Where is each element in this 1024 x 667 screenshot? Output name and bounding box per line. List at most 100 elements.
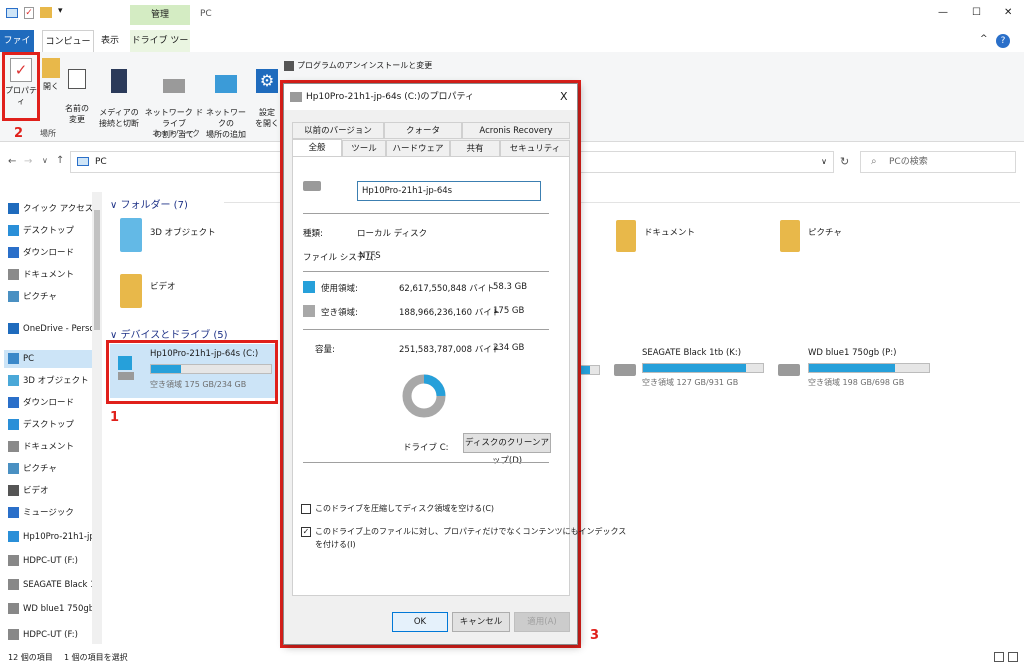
type-label: 種類: xyxy=(303,229,323,239)
tab-previous-versions[interactable]: 以前のバージョン xyxy=(292,122,384,139)
chevron-down-icon: ∨ xyxy=(110,200,121,211)
star-icon xyxy=(8,203,19,214)
divider xyxy=(303,271,549,272)
nav-item[interactable]: クイック アクセス xyxy=(8,200,92,218)
open-settings-button[interactable]: ⚙ 設定 を開く xyxy=(254,58,280,129)
apply-button[interactable]: 適用(A) xyxy=(514,612,570,632)
open-button[interactable]: 開く xyxy=(40,58,62,92)
nav-item[interactable]: ビデオ xyxy=(8,482,92,500)
large-icons-view-icon[interactable] xyxy=(1008,652,1018,662)
minimize-button[interactable]: — xyxy=(938,7,948,18)
tab-general[interactable]: 全般 xyxy=(292,139,342,157)
nav-item[interactable]: OneDrive - Person xyxy=(8,320,92,338)
nav-item[interactable]: HDPC-UT (F:) xyxy=(8,552,92,570)
drive-name-input[interactable]: Hp10Pro-21h1-jp-64s xyxy=(357,181,541,201)
uninstall-button[interactable]: プログラムのアンインストールと変更 xyxy=(284,60,432,71)
drive-icon xyxy=(8,603,19,614)
gear-icon: ⚙ xyxy=(256,69,278,93)
nav-item[interactable]: WD blue1 750gb xyxy=(8,600,92,618)
disk-cleanup-button[interactable]: ディスクのクリーンアップ(D) xyxy=(463,433,551,466)
drive-k[interactable]: SEAGATE Black 1tb (K:) 空き領域 127 GB/931 G… xyxy=(610,346,770,396)
selected-count: 1 個の項目を選択 xyxy=(64,653,128,662)
refresh-icon[interactable]: ↻ xyxy=(840,155,849,168)
used-color-swatch xyxy=(303,281,315,293)
cancel-button[interactable]: キャンセル xyxy=(452,612,510,632)
properties-quick-icon[interactable]: ✓ xyxy=(24,7,34,19)
nav-item-label: OneDrive - Person xyxy=(23,324,92,334)
nav-item[interactable]: HDPC-UT (F:) xyxy=(8,626,92,644)
nav-item[interactable]: ドキュメント xyxy=(8,266,92,284)
free-color-swatch xyxy=(303,305,315,317)
index-checkbox[interactable]: ✓ xyxy=(301,527,311,537)
customize-quick-access-icon[interactable]: ▾ xyxy=(58,6,63,16)
details-view-icon[interactable] xyxy=(994,652,1004,662)
maximize-button[interactable]: ☐ xyxy=(972,7,981,18)
drive-k-name: SEAGATE Black 1tb (K:) xyxy=(642,348,742,358)
manage-tab[interactable]: 管理 xyxy=(130,5,190,25)
nav-item[interactable]: ピクチャ xyxy=(8,460,92,478)
drives-section-header[interactable]: ∨ デバイスとドライブ (5) xyxy=(110,326,228,341)
drive-k-usage-fill xyxy=(643,364,747,372)
nav-item[interactable]: 3D オブジェクト xyxy=(8,372,92,390)
drive-icon xyxy=(8,579,19,590)
nav-item[interactable]: PC xyxy=(4,350,92,368)
recent-locations-icon[interactable]: ∨ xyxy=(42,156,48,165)
tab-file[interactable]: ファイル xyxy=(0,30,34,68)
nav-item[interactable]: デスクトップ xyxy=(8,416,92,434)
drive-p-free: 空き領域 198 GB/698 GB xyxy=(808,378,905,387)
nav-item-label: PC xyxy=(23,354,35,364)
nav-item[interactable]: Hp10Pro-21h1-jp xyxy=(8,528,92,546)
tab-view[interactable]: 表示 xyxy=(98,30,122,52)
tab-sharing[interactable]: 共有 xyxy=(450,140,500,157)
tab-tools[interactable]: ツール xyxy=(342,140,386,157)
up-icon[interactable]: ↑ xyxy=(56,155,64,166)
drive-icon xyxy=(778,364,800,376)
collapse-ribbon-icon[interactable]: ^ xyxy=(980,34,988,44)
folder-documents[interactable]: ドキュメント xyxy=(644,226,695,238)
help-icon[interactable]: ? xyxy=(996,34,1010,48)
tab-computer[interactable]: コンピューター xyxy=(42,30,94,69)
desktop-icon xyxy=(8,225,19,236)
rename-button[interactable]: 名前の 変更 xyxy=(62,58,92,125)
nav-item[interactable]: ダウンロード xyxy=(8,394,92,412)
music-icon xyxy=(8,507,19,518)
ribbon-tabs: ファイル コンピューター 表示 ドライブ ツール ? ^ xyxy=(0,30,1024,69)
highlight-properties xyxy=(2,52,40,121)
forward-icon[interactable]: → xyxy=(24,156,32,167)
folder-pictures[interactable]: ピクチャ xyxy=(808,226,842,238)
nav-item-label: デスクトップ xyxy=(23,420,75,430)
close-button[interactable]: ✕ xyxy=(1004,7,1012,18)
drive-p[interactable]: WD blue1 750gb (P:) 空き領域 198 GB/698 GB xyxy=(774,346,934,396)
nav-item[interactable]: ダウンロード xyxy=(8,244,92,262)
tab-drive-tools[interactable]: ドライブ ツール xyxy=(130,30,190,68)
nav-item[interactable]: SEAGATE Black 1 xyxy=(8,576,92,594)
nav-item[interactable]: ドキュメント xyxy=(8,438,92,456)
nav-scrollbar-thumb[interactable] xyxy=(94,210,100,330)
folders-section-header[interactable]: ∨ フォルダー (7) xyxy=(110,196,188,211)
folder-video[interactable]: ビデオ xyxy=(150,280,176,292)
add-network-location-button[interactable]: ネットワークの 場所の追加 xyxy=(204,58,248,140)
add-location-label: ネットワークの 場所の追加 xyxy=(206,108,246,139)
nav-item[interactable]: ミュージック xyxy=(8,504,92,522)
tab-quota[interactable]: クォータ xyxy=(384,122,462,139)
video-icon xyxy=(8,485,19,496)
nav-item[interactable]: ピクチャ xyxy=(8,288,92,306)
dialog-close-button[interactable]: X xyxy=(560,84,568,110)
nav-item[interactable]: デスクトップ xyxy=(8,222,92,240)
tab-acronis-recovery[interactable]: Acronis Recovery xyxy=(462,122,570,139)
documents-folder-icon xyxy=(616,220,636,252)
document-icon xyxy=(8,441,19,452)
back-icon[interactable]: ← xyxy=(8,156,16,167)
tab-security[interactable]: セキュリティ xyxy=(500,140,570,157)
media-access-button[interactable]: メディアの 接続と切断 xyxy=(96,58,142,129)
ok-button[interactable]: OK xyxy=(392,612,448,632)
folder-3d-objects[interactable]: 3D オブジェクト xyxy=(150,226,216,238)
network-drive-icon xyxy=(163,79,185,93)
item-count: 12 個の項目 xyxy=(8,653,53,662)
address-dropdown-icon[interactable]: ∨ xyxy=(821,152,827,172)
folder-quick-icon[interactable] xyxy=(40,7,52,18)
compress-checkbox[interactable] xyxy=(301,504,311,514)
tab-hardware[interactable]: ハードウェア xyxy=(386,140,450,157)
type-value: ローカル ディスク xyxy=(357,229,428,239)
search-input[interactable]: ⌕ PCの検索 xyxy=(860,151,1016,173)
